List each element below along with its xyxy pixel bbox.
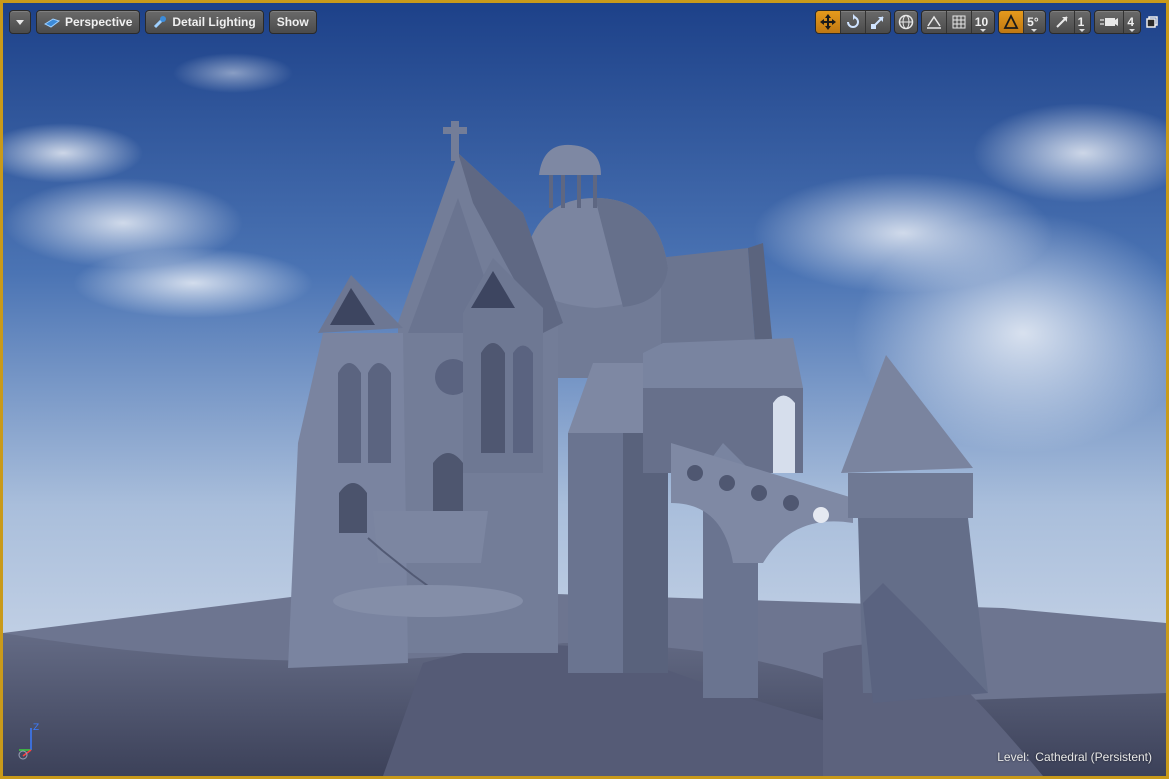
globe-icon (898, 14, 914, 30)
viewport-scene[interactable] (3, 3, 1166, 776)
rotation-snap-toggle-button[interactable] (999, 11, 1025, 33)
perspective-cube-icon (44, 18, 60, 28)
rotation-snap-group: 5° (998, 10, 1046, 34)
level-status: Level: Cathedral (Persistent) (997, 750, 1152, 764)
scale-mode-button[interactable] (866, 11, 890, 33)
camera-speed-button[interactable] (1095, 11, 1125, 33)
viewport-toolbar-left: Perspective Detail Lighting Show (9, 10, 317, 34)
transform-mode-group (814, 10, 891, 34)
rotate-icon (846, 14, 859, 28)
rotation-snap-angle-icon (1003, 14, 1019, 29)
chevron-down-icon (1079, 29, 1086, 32)
level-name: Cathedral (Persistent) (1035, 750, 1152, 764)
scale-snap-toggle-button[interactable] (1050, 11, 1075, 33)
scale-snap-arrow-icon (1055, 16, 1068, 28)
lighting-brush-icon (154, 16, 167, 29)
scale-snap-value[interactable]: 1 (1075, 15, 1091, 32)
viewport-options-button[interactable] (9, 10, 31, 34)
grid-snap-value[interactable]: 10 (972, 15, 994, 32)
grid-snap-group: 10 (920, 10, 996, 34)
chevron-down-icon (1129, 29, 1136, 32)
scale-snap-value-text: 1 (1077, 15, 1085, 29)
camera-speed-value-text: 4 (1127, 15, 1134, 29)
surface-snap-button[interactable] (922, 11, 947, 33)
show-label: Show (276, 15, 309, 29)
z-axis-label: Z (33, 723, 39, 733)
rotation-snap-value-text: 5° (1027, 15, 1039, 29)
chevron-down-icon (16, 19, 24, 25)
camera-speed-value[interactable]: 4 (1124, 15, 1140, 32)
lighting-mode-label: Detail Lighting (172, 15, 256, 29)
viewport-toolbar-right: 10 5° 1 4 (814, 10, 1160, 34)
translate-mode-button[interactable] (815, 11, 841, 33)
level-key-label: Level: (997, 750, 1030, 764)
show-menu-button[interactable]: Show (268, 10, 317, 34)
grid-icon (952, 15, 966, 29)
scale-snap-group: 1 (1048, 10, 1092, 34)
surface-snap-icon (926, 15, 941, 29)
camera-speed-group: 4 (1094, 10, 1141, 34)
maximize-icon (1146, 16, 1158, 28)
rotation-snap-value[interactable]: 5° (1024, 15, 1044, 32)
camera-speed-icon (1100, 18, 1119, 26)
view-mode-perspective-button[interactable]: Perspective (36, 10, 141, 34)
view-mode-label: Perspective (65, 15, 133, 29)
translate-arrows-icon (819, 14, 836, 30)
help-icon (18, 750, 28, 760)
rotate-mode-button[interactable] (841, 11, 866, 33)
grid-snap-value-text: 10 (974, 15, 989, 29)
maximize-viewport-button[interactable] (1144, 16, 1160, 28)
lighting-mode-button[interactable]: Detail Lighting (145, 10, 264, 34)
axis-indicator: Z (18, 723, 39, 760)
grid-snap-toggle-button[interactable] (947, 11, 972, 33)
chevron-down-icon (979, 29, 986, 32)
scale-icon (870, 16, 884, 29)
world-local-toggle-button[interactable] (893, 10, 918, 34)
chevron-down-icon (1031, 29, 1038, 32)
level-viewport[interactable]: Perspective Detail Lighting Show 10 5° 1… (0, 0, 1169, 779)
